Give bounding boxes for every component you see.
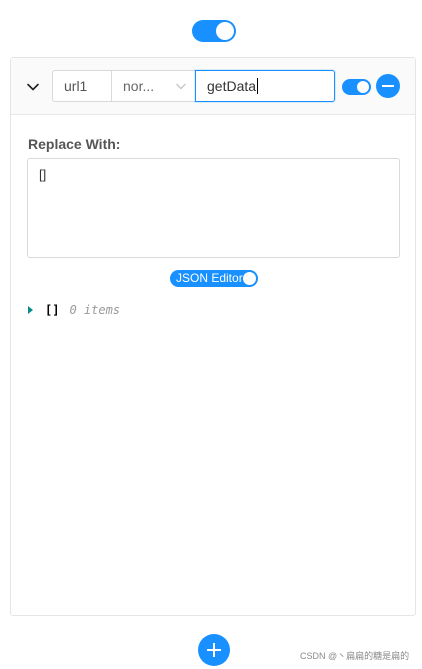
toggle-knob: [357, 81, 369, 93]
plus-icon-stem: [213, 643, 215, 657]
global-enable-toggle[interactable]: [192, 20, 236, 42]
text-cursor: [257, 78, 259, 94]
name-field-value: getData: [207, 78, 257, 94]
replace-with-textarea[interactable]: []: [27, 158, 400, 258]
minus-icon: [382, 85, 394, 87]
rule-header: url1 nor... getData: [11, 58, 415, 115]
method-select-value: nor...: [123, 78, 155, 94]
json-brackets: []: [45, 303, 60, 317]
watermark: CSDN @丶扁扁的糖是扁的: [300, 651, 410, 661]
name-field[interactable]: getData: [195, 70, 335, 102]
rule-enable-toggle[interactable]: [342, 79, 371, 95]
triangle-right-icon[interactable]: [28, 306, 33, 314]
toggle-knob: [216, 22, 234, 40]
rule-card: url1 nor... getData Replace With: [] JSO…: [10, 57, 416, 616]
json-editor-label: JSON Editor: [176, 271, 243, 285]
url-field[interactable]: url1: [52, 70, 112, 102]
chevron-down-icon: [176, 83, 186, 90]
remove-rule-button[interactable]: [376, 74, 400, 98]
url-field-value: url1: [64, 78, 88, 94]
add-rule-button[interactable]: [198, 634, 230, 666]
page: url1 nor... getData Replace With: [] JSO…: [0, 0, 422, 669]
method-select[interactable]: nor...: [111, 70, 196, 102]
replace-with-value: []: [39, 167, 47, 182]
replace-with-label: Replace With:: [28, 136, 121, 152]
json-item-count: 0 items: [69, 303, 121, 317]
chevron-down-icon[interactable]: [25, 79, 41, 95]
json-tree-view: [] 0 items: [28, 302, 120, 318]
toggle-knob: [243, 272, 256, 285]
json-editor-toggle[interactable]: JSON Editor: [170, 270, 258, 287]
